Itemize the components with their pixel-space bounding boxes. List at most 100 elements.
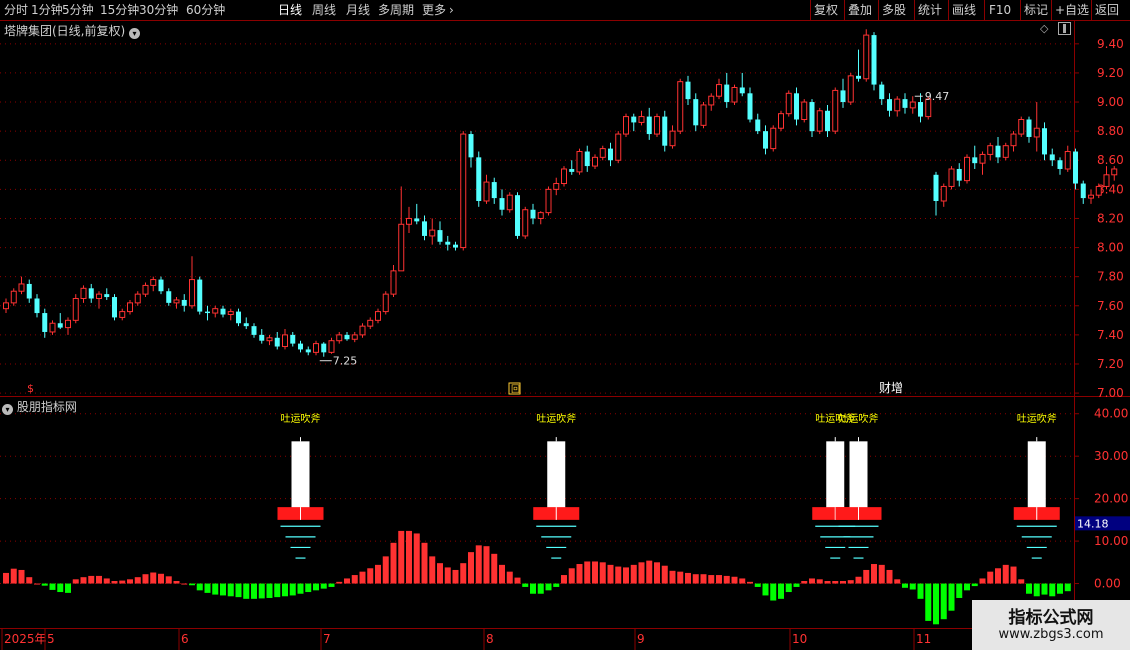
indicator-bar	[127, 579, 133, 584]
price-tick-label: 9.00	[1097, 95, 1124, 109]
diamond-icon[interactable]: ◇	[1040, 22, 1048, 35]
candle-body-down	[646, 116, 652, 135]
x-axis-label: 10	[792, 632, 807, 646]
indicator-pane-title[interactable]: ▾ 股朋指标网	[2, 398, 77, 415]
candle	[1111, 166, 1118, 181]
indicator-bar	[1041, 583, 1048, 595]
indicator-bar	[940, 583, 947, 620]
main-pane-title[interactable]: 塔牌集团(日线,前复权) ▾	[4, 22, 141, 39]
candle-body-up	[708, 95, 715, 106]
candle	[979, 151, 986, 175]
indicator-bar	[909, 583, 916, 590]
candle	[468, 131, 474, 168]
candle-body-down	[995, 145, 1001, 158]
rights-marker: 回	[511, 384, 520, 395]
candle	[34, 294, 40, 318]
indicator-bar	[1002, 564, 1009, 584]
candle-body-up	[1002, 145, 1009, 158]
indicator-bar	[987, 571, 994, 584]
candle-body-down	[321, 343, 327, 353]
price-tick-label: 7.40	[1097, 328, 1124, 342]
candle	[305, 346, 311, 356]
candle	[344, 331, 350, 341]
candle	[631, 113, 637, 132]
indicator-bar	[770, 583, 777, 601]
indicator-bar	[623, 567, 629, 584]
candle	[57, 313, 63, 330]
candle	[1010, 131, 1017, 152]
candle-body-up	[894, 98, 901, 112]
candle-body-down	[1026, 119, 1032, 137]
candle-body-up	[18, 283, 25, 292]
x-axis-label: 6	[181, 632, 189, 646]
current-value-label: 14.18	[1077, 517, 1109, 530]
candle-body-down	[1080, 183, 1086, 199]
candle-body-down	[739, 87, 745, 94]
signal-candle	[1027, 441, 1046, 510]
candle	[553, 177, 560, 196]
candle-body-up	[328, 340, 335, 353]
candle-body-down	[902, 99, 908, 108]
indicator-bar	[630, 564, 637, 584]
candle	[956, 163, 962, 187]
candle-body-up	[1018, 119, 1025, 135]
candle-body-up	[10, 290, 17, 304]
indicator-bar	[282, 583, 288, 597]
price-tick-label: 7.60	[1097, 299, 1124, 313]
candle-body-down	[662, 116, 668, 146]
candle-body-up	[948, 168, 955, 187]
indicator-bar	[506, 571, 513, 584]
candle-body-down	[88, 288, 94, 299]
indicator-bar	[801, 581, 808, 584]
indicator-bar	[522, 583, 529, 587]
candle-body-up	[80, 287, 87, 299]
candle	[654, 113, 660, 137]
candle-body-up	[282, 334, 288, 348]
candle-body-down	[747, 93, 753, 120]
indicator-bar	[499, 564, 505, 584]
candle	[1057, 157, 1063, 175]
indicator-bar	[72, 579, 79, 584]
candle-body-up	[351, 334, 358, 340]
candle	[282, 329, 288, 350]
candle	[763, 125, 768, 155]
signal-candle	[826, 441, 845, 510]
indicator-bar	[863, 569, 870, 584]
candle-body-up	[49, 322, 56, 333]
indicator-bar	[871, 564, 877, 584]
signal-group: 吐运吹斧	[533, 412, 580, 559]
x-axis-label: 11	[916, 632, 931, 646]
candle	[104, 288, 110, 300]
candle-body-down	[840, 90, 846, 103]
candle	[995, 136, 1001, 164]
candle	[785, 90, 792, 117]
watermark: 指标公式网 www.zbgs3.com	[972, 600, 1130, 650]
indicator-bar	[491, 553, 498, 584]
indicator-bar	[181, 583, 188, 585]
scroll-icon[interactable]	[1058, 22, 1071, 35]
signal-label: 吐运吹斧	[281, 412, 321, 425]
candle-body-up	[142, 284, 149, 295]
indicator-bar	[367, 568, 374, 584]
candle	[1064, 145, 1071, 172]
indicator-bar	[189, 583, 195, 586]
candle-body-up	[522, 209, 529, 237]
watermark-url: www.zbgs3.com	[998, 627, 1104, 642]
candle	[212, 305, 219, 318]
candle	[26, 279, 32, 303]
candle	[871, 32, 877, 91]
candle	[112, 294, 117, 321]
candle	[134, 291, 141, 306]
indicator-bar	[809, 578, 815, 584]
price-tick-label: 7.80	[1097, 270, 1124, 284]
candle	[251, 323, 257, 338]
candle	[522, 206, 529, 239]
candle	[755, 113, 761, 135]
candle	[445, 235, 451, 251]
candle-body-up	[72, 297, 79, 321]
indicator-bar	[886, 569, 893, 584]
indicator-bar	[444, 567, 451, 584]
chevron-down-icon[interactable]: ▾	[129, 28, 141, 39]
chevron-down-icon[interactable]: ▾	[2, 404, 13, 415]
candle	[72, 294, 79, 324]
